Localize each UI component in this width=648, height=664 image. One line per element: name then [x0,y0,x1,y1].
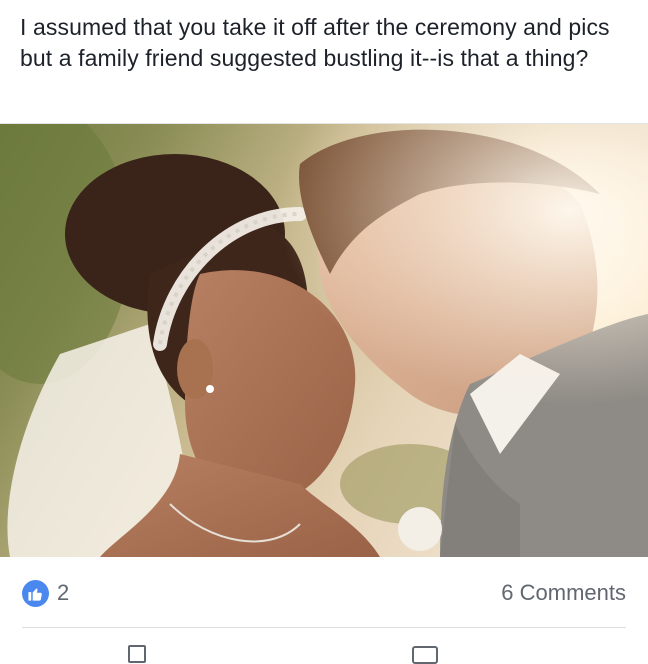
comments-count-link[interactable]: 6 Comments [501,578,626,608]
like-count: 2 [57,580,70,605]
post-text: I assumed that you take it off after the… [20,14,610,71]
post-photo[interactable] [0,124,648,557]
comment-button-icon[interactable] [412,646,438,664]
thumbs-up-icon [22,579,49,607]
wedding-couple-photo [0,124,648,557]
reactions-summary[interactable]: 2 [22,578,69,608]
like-button-icon[interactable] [128,645,146,663]
action-bar [0,640,648,664]
divider [22,627,626,628]
